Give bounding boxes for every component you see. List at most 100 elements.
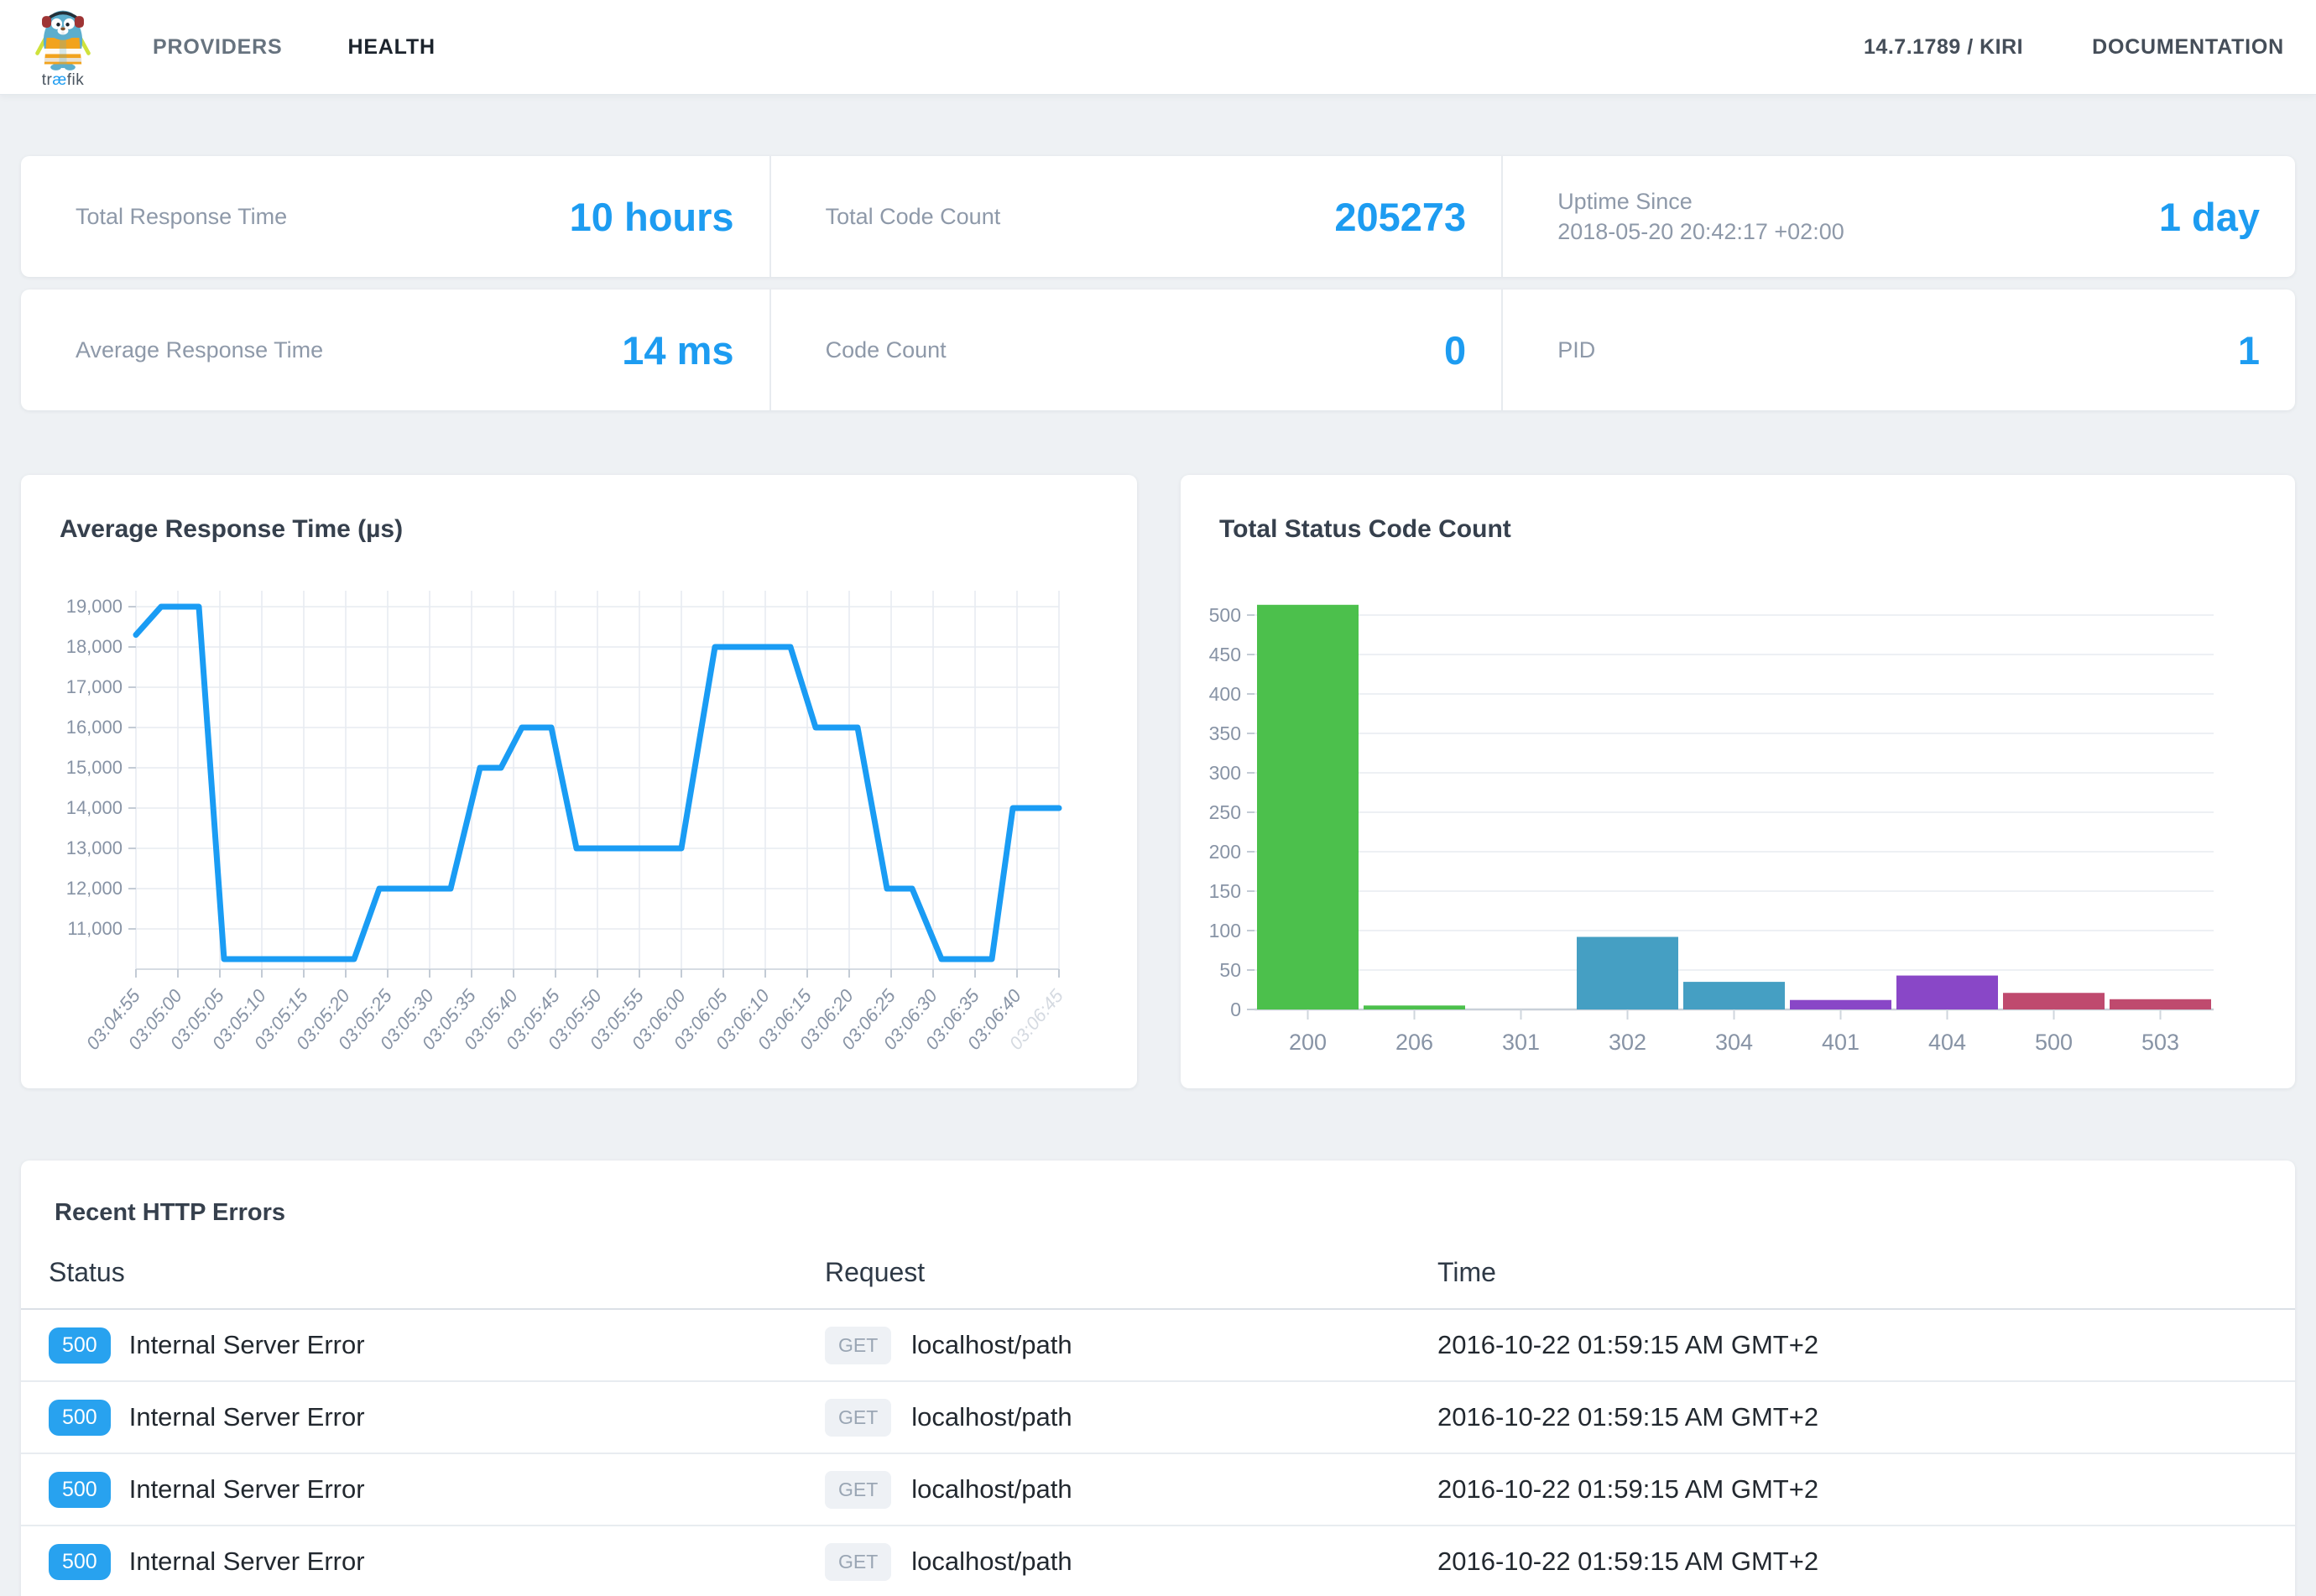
column-header-request: Request <box>797 1257 1410 1288</box>
request-cell: GET localhost/path <box>797 1543 1410 1581</box>
stat-code-count: Code Count 0 <box>769 289 1502 410</box>
method-badge: GET <box>825 1471 891 1509</box>
svg-text:11,000: 11,000 <box>67 918 123 939</box>
stat-value: 10 hours <box>570 194 734 240</box>
svg-text:206: 206 <box>1395 1030 1433 1055</box>
status-code-chart-card: Total Status Code Count 0 50 100 150 200 250 3… <box>1181 475 2295 1088</box>
status-code-bar-chart: 0 50 100 150 200 250 300 350 400 450 500 200 206 301 3… <box>1181 582 2272 1088</box>
stat-sublabel: 2018-05-20 20:42:17 +02:00 <box>1557 216 1844 247</box>
nav-link-providers[interactable]: PROVIDERS <box>153 35 282 60</box>
svg-text:401: 401 <box>1822 1030 1860 1055</box>
status-code-badge: 500 <box>49 1544 111 1580</box>
documentation-link[interactable]: DOCUMENTATION <box>2092 35 2284 60</box>
svg-text:404: 404 <box>1928 1030 1966 1055</box>
logo-wordmark: træfik <box>42 71 85 90</box>
traefik-logo[interactable]: træfik <box>32 5 94 90</box>
nav-link-health[interactable]: HEALTH <box>347 35 435 60</box>
response-time-chart-title: Average Response Time (µs) <box>60 515 403 544</box>
method-badge: GET <box>825 1543 891 1581</box>
stat-total-code-count: Total Code Count 205273 <box>769 156 1502 277</box>
status-code-badge: 500 <box>49 1472 111 1508</box>
method-badge: GET <box>825 1399 891 1437</box>
stats-row-totals: Total Response Time 10 hours Total Code … <box>21 156 2295 277</box>
svg-text:304: 304 <box>1715 1030 1753 1055</box>
error-table-row: 500 Internal Server Error GET localhost/… <box>21 1382 2295 1454</box>
svg-text:100: 100 <box>1209 920 1241 941</box>
svg-text:301: 301 <box>1502 1030 1540 1055</box>
stat-label: Total Code Count <box>826 201 1001 232</box>
svg-text:200: 200 <box>1209 841 1241 863</box>
stat-label: PID <box>1557 335 1595 365</box>
status-text: Internal Server Error <box>129 1474 365 1505</box>
response-time-line-chart: 11,000 12,000 13,000 14,000 15,000 16,000 17,0… <box>23 577 1114 1088</box>
status-code-badge: 500 <box>49 1400 111 1436</box>
error-table-row: 500 Internal Server Error GET localhost/… <box>21 1310 2295 1382</box>
stat-value: 1 <box>2238 327 2260 373</box>
svg-text:150: 150 <box>1209 880 1241 902</box>
charts-row: Average Response Time (µs) 11,00012,0001… <box>21 475 2295 1088</box>
status-cell: 500 Internal Server Error <box>21 1400 797 1436</box>
nav-links: PROVIDERS HEALTH <box>153 35 436 60</box>
time-cell: 2016-10-22 01:59:15 AM GMT+2 <box>1410 1402 2295 1432</box>
svg-text:250: 250 <box>1209 801 1241 823</box>
stats-row-current: Average Response Time 14 ms Code Count 0… <box>21 289 2295 410</box>
time-cell: 2016-10-22 01:59:15 AM GMT+2 <box>1410 1546 2295 1577</box>
request-cell: GET localhost/path <box>797 1327 1410 1364</box>
traefik-gopher-icon <box>32 5 94 70</box>
version-text: 14.7.1789 / KIRI <box>1864 35 2023 60</box>
stat-total-response-time: Total Response Time 10 hours <box>21 156 769 277</box>
svg-text:503: 503 <box>2141 1030 2179 1055</box>
svg-text:16,000: 16,000 <box>66 717 123 738</box>
status-text: Internal Server Error <box>129 1546 365 1577</box>
svg-text:400: 400 <box>1209 683 1241 705</box>
errors-table-header: Status Request Time <box>21 1252 2295 1310</box>
stat-value: 14 ms <box>622 327 733 373</box>
stat-uptime-since: Uptime Since 2018-05-20 20:42:17 +02:00 … <box>1501 156 2295 277</box>
request-cell: GET localhost/path <box>797 1471 1410 1509</box>
error-table-row: 500 Internal Server Error GET localhost/… <box>21 1454 2295 1526</box>
svg-text:200: 200 <box>1289 1030 1327 1055</box>
traefik-health-page: træfik PROVIDERS HEALTH 14.7.1789 / KIRI… <box>0 0 2316 1596</box>
time-cell: 2016-10-22 01:59:15 AM GMT+2 <box>1410 1474 2295 1505</box>
stat-label: Average Response Time <box>76 335 323 365</box>
column-header-status: Status <box>21 1257 797 1288</box>
recent-http-errors-card: Recent HTTP Errors Status Request Time 5… <box>21 1160 2295 1596</box>
method-badge: GET <box>825 1327 891 1364</box>
svg-text:14,000: 14,000 <box>66 797 123 818</box>
svg-text:350: 350 <box>1209 722 1241 744</box>
svg-text:50: 50 <box>1219 959 1241 981</box>
request-path: localhost/path <box>911 1474 1072 1505</box>
status-cell: 500 Internal Server Error <box>21 1327 797 1364</box>
stat-average-response-time: Average Response Time 14 ms <box>21 289 769 410</box>
stat-label: Uptime Since <box>1557 186 1844 216</box>
nav-right: 14.7.1789 / KIRI DOCUMENTATION <box>1864 35 2284 60</box>
stat-value: 0 <box>1444 327 1466 373</box>
stat-value: 205273 <box>1334 194 1466 240</box>
svg-text:500: 500 <box>2035 1030 2073 1055</box>
response-time-chart-card: Average Response Time (µs) 11,00012,0001… <box>21 475 1137 1088</box>
svg-text:12,000: 12,000 <box>66 878 123 899</box>
request-path: localhost/path <box>911 1330 1072 1360</box>
stat-pid: PID 1 <box>1501 289 2295 410</box>
status-cell: 500 Internal Server Error <box>21 1544 797 1580</box>
stat-value: 1 day <box>2159 194 2260 240</box>
error-table-row: 500 Internal Server Error GET localhost/… <box>21 1526 2295 1596</box>
svg-text:19,000: 19,000 <box>66 596 123 617</box>
svg-text:13,000: 13,000 <box>66 837 123 858</box>
time-cell: 2016-10-22 01:59:15 AM GMT+2 <box>1410 1330 2295 1360</box>
svg-text:302: 302 <box>1609 1030 1646 1055</box>
status-code-badge: 500 <box>49 1327 111 1364</box>
status-code-chart-title: Total Status Code Count <box>1219 515 1511 544</box>
request-cell: GET localhost/path <box>797 1399 1410 1437</box>
navbar: træfik PROVIDERS HEALTH 14.7.1789 / KIRI… <box>0 0 2316 94</box>
svg-text:17,000: 17,000 <box>66 676 123 697</box>
stat-label: Total Response Time <box>76 201 287 232</box>
errors-table-title: Recent HTTP Errors <box>21 1160 2295 1252</box>
svg-text:450: 450 <box>1209 644 1241 665</box>
svg-text:0: 0 <box>1230 999 1241 1020</box>
svg-text:300: 300 <box>1209 762 1241 784</box>
status-text: Internal Server Error <box>129 1330 365 1360</box>
status-cell: 500 Internal Server Error <box>21 1472 797 1508</box>
svg-text:15,000: 15,000 <box>66 757 123 778</box>
status-text: Internal Server Error <box>129 1402 365 1432</box>
